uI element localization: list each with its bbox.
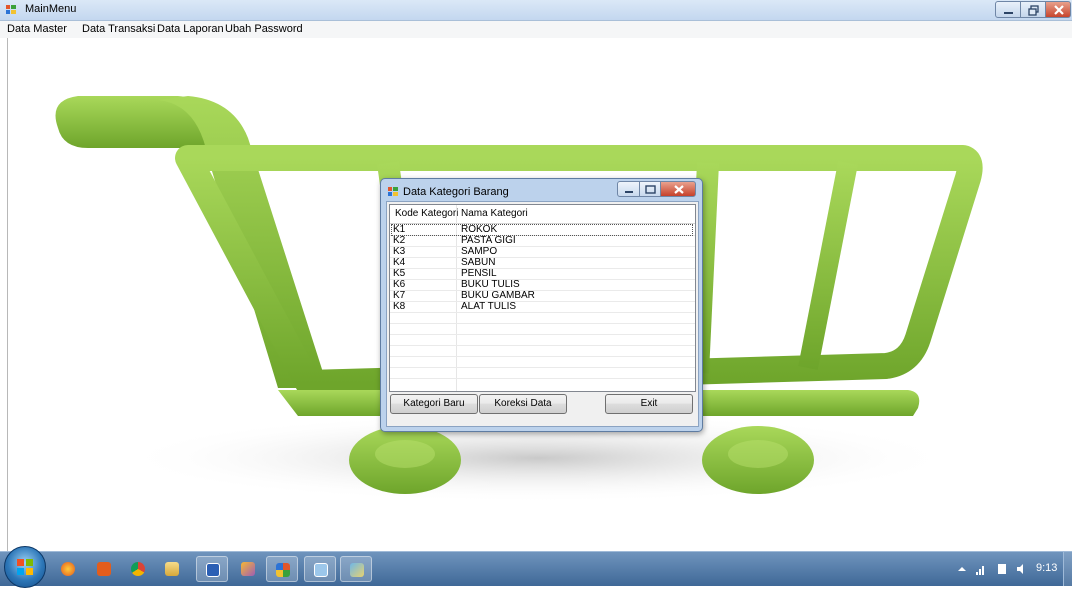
tray-icons — [958, 564, 1023, 575]
cell-nama: PASTA GIGI — [461, 235, 516, 246]
taskbar-chrome[interactable] — [122, 556, 154, 582]
table-row[interactable]: K8 ALAT TULIS — [390, 301, 695, 313]
cell-kode: K4 — [393, 257, 406, 268]
paint-icon — [350, 563, 364, 577]
taskbar-firefox[interactable] — [52, 556, 84, 582]
action-center-flag-icon — [998, 564, 1006, 574]
app-window-icon — [6, 5, 16, 14]
table-row[interactable]: K3 SAMPO — [390, 246, 695, 258]
cell-kode: K7 — [393, 290, 406, 301]
taskbar-window-app[interactable] — [304, 556, 336, 582]
volume-icon — [1017, 564, 1023, 574]
selection-focus-rectangle — [391, 224, 693, 236]
column-header-kode[interactable]: Kode Kategori — [395, 208, 458, 219]
windows-logo-icon — [17, 559, 33, 575]
folder-icon — [165, 562, 179, 576]
cell-nama: SABUN — [461, 257, 496, 268]
empty-row — [390, 324, 695, 335]
firefox-icon — [61, 562, 75, 576]
cell-nama: SAMPO — [461, 246, 498, 257]
menu-data-transaksi[interactable]: Data Transaksi — [82, 23, 155, 35]
cell-kode: K6 — [393, 279, 406, 290]
minimize-button[interactable] — [995, 1, 1021, 18]
network-signal-icon — [976, 566, 984, 575]
taskbar-word[interactable] — [196, 556, 228, 582]
cell-nama: ALAT TULIS — [461, 301, 517, 312]
window-icon — [314, 563, 328, 577]
taskbar-visual-studio[interactable] — [232, 556, 264, 582]
empty-row — [390, 357, 695, 368]
menu-bar: Data Master Data Transaksi Data Laporan … — [0, 21, 1072, 38]
dialog-title: Data Kategori Barang — [403, 186, 509, 198]
menu-ubah-password[interactable]: Ubah Password — [225, 23, 303, 35]
cell-nama: BUKU GAMBAR — [461, 290, 535, 301]
empty-row — [390, 346, 695, 357]
exit-button[interactable]: Exit — [605, 394, 693, 414]
show-hidden-icons-icon — [958, 567, 966, 571]
maximize-icon — [645, 185, 656, 194]
table-row[interactable]: K5 PENSIL — [390, 268, 695, 280]
cell-nama: BUKU TULIS — [461, 279, 520, 290]
empty-row — [390, 368, 695, 379]
dialog-minimize-button[interactable] — [617, 181, 640, 197]
app-window-icon — [276, 563, 290, 577]
cell-kode: K5 — [393, 268, 406, 279]
koreksi-data-button[interactable]: Koreksi Data — [479, 394, 567, 414]
dialog-close-button[interactable] — [660, 181, 696, 197]
main-window-title: MainMenu — [25, 3, 77, 15]
column-header-nama[interactable]: Nama Kategori — [461, 208, 528, 219]
cell-kode: K8 — [393, 301, 406, 312]
empty-row — [390, 313, 695, 324]
taskbar-mainmenu-app[interactable] — [266, 556, 298, 582]
taskbar-file-explorer[interactable] — [156, 556, 188, 582]
cell-kode: K2 — [393, 235, 406, 246]
office-icon — [97, 562, 111, 576]
table-row[interactable]: K4 SABUN — [390, 257, 695, 269]
minimize-icon — [1004, 12, 1013, 14]
clock[interactable]: 9:13 — [1036, 562, 1057, 574]
dialog-window-icon — [388, 187, 398, 196]
kategori-baru-button[interactable]: Kategori Baru — [390, 394, 478, 414]
dialog-maximize-button[interactable] — [639, 181, 661, 197]
restore-button[interactable] — [1020, 1, 1046, 18]
table-row[interactable]: K6 BUKU TULIS — [390, 279, 695, 291]
show-desktop-button[interactable] — [1063, 552, 1072, 586]
start-orb-button[interactable] — [4, 546, 46, 588]
word-icon — [206, 563, 220, 577]
close-icon — [1054, 5, 1064, 15]
minimize-icon — [625, 191, 633, 193]
list-view-header: Kode Kategori Nama Kategori — [390, 205, 695, 224]
restore-icon — [1028, 5, 1039, 16]
menu-data-laporan[interactable]: Data Laporan — [157, 23, 224, 35]
table-row[interactable]: K2 PASTA GIGI — [390, 235, 695, 247]
menu-data-master[interactable]: Data Master — [7, 23, 67, 35]
taskbar-office[interactable] — [88, 556, 120, 582]
close-icon — [674, 185, 684, 194]
empty-row — [390, 335, 695, 346]
dialog-client-area: Kode Kategori Nama Kategori K1 ROKOK K2 … — [386, 201, 699, 427]
cell-kode: K3 — [393, 246, 406, 257]
taskbar: 9:13 — [0, 546, 1072, 588]
data-kategori-dialog: Data Kategori Barang Kode Kategori Nama … — [380, 178, 703, 432]
cell-nama: PENSIL — [461, 268, 497, 279]
table-row[interactable]: K7 BUKU GAMBAR — [390, 290, 695, 302]
taskbar-paint[interactable] — [340, 556, 372, 582]
main-title-bar[interactable]: MainMenu — [0, 0, 1072, 21]
kategori-list-view[interactable]: Kode Kategori Nama Kategori K1 ROKOK K2 … — [389, 204, 696, 392]
visual-studio-icon — [241, 562, 255, 576]
chrome-icon — [131, 562, 145, 576]
close-button[interactable] — [1045, 1, 1071, 18]
